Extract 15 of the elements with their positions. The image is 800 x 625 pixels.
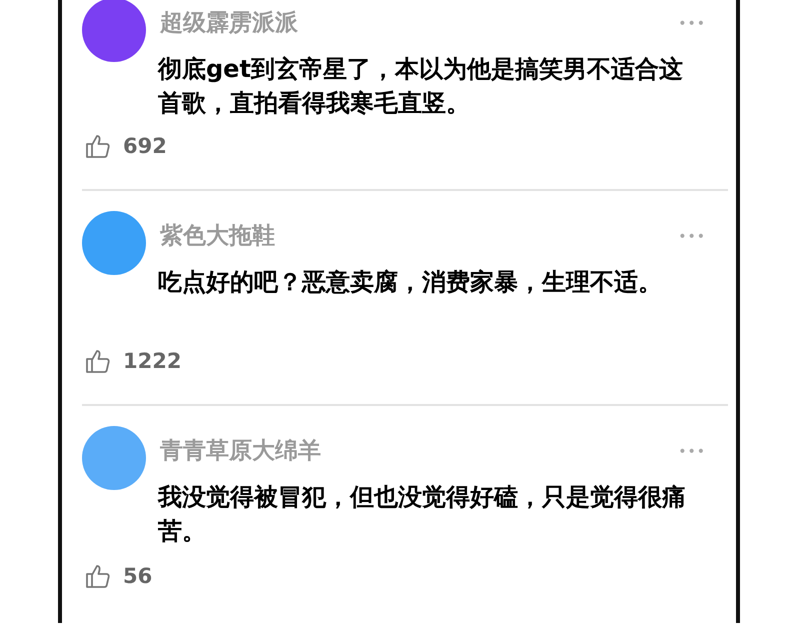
thumbs-up-icon[interactable] bbox=[85, 133, 111, 159]
comment-text: 彻底get到玄帝星了，本以为他是搞笑男不适合这首歌，直拍看得我寒毛直竖。 bbox=[158, 54, 684, 119]
like-count: 692 bbox=[123, 134, 167, 158]
comment-text: 我没觉得被冒犯，但也没觉得好磕，只是觉得很痛苦。 bbox=[158, 482, 687, 547]
comment-text: 吃点好的吧？恶意卖腐，消费家暴，生理不适。 bbox=[158, 267, 663, 298]
like-count: 56 bbox=[123, 564, 152, 588]
more-button[interactable]: ••• bbox=[678, 16, 706, 32]
like-count: 1222 bbox=[123, 349, 182, 373]
username[interactable]: 紫色大拖鞋 bbox=[160, 221, 275, 251]
more-button[interactable]: ••• bbox=[678, 444, 706, 460]
more-button[interactable]: ••• bbox=[678, 229, 706, 245]
username[interactable]: 超级霹雳派派 bbox=[160, 8, 298, 38]
thumbs-up-icon[interactable] bbox=[85, 348, 111, 374]
thumbs-up-icon[interactable] bbox=[85, 563, 111, 589]
username[interactable]: 青青草原大绵羊 bbox=[160, 436, 321, 466]
